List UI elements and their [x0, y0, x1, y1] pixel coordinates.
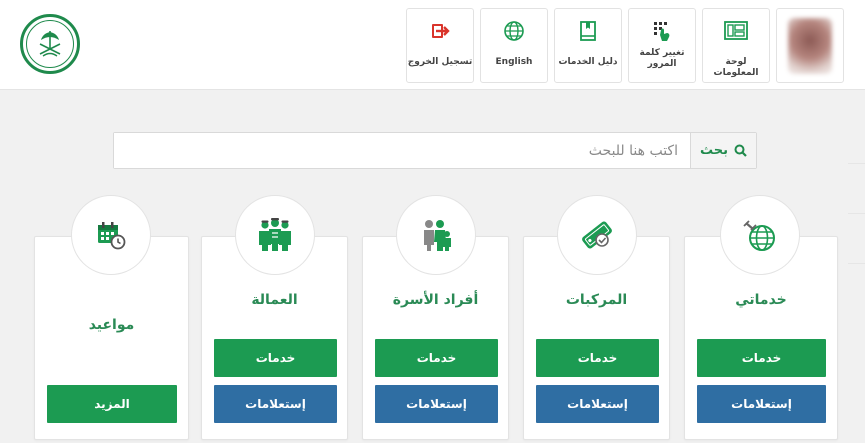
card-title: العمالة	[251, 292, 298, 308]
logout-icon	[428, 19, 452, 43]
calendar-clock-icon	[98, 222, 126, 250]
user-avatar[interactable]	[776, 8, 844, 83]
appointments-more-button[interactable]: المزيد	[47, 385, 177, 423]
card-title: المركبات	[565, 292, 628, 308]
appointments-icon-circle	[71, 195, 151, 275]
search-icon	[734, 144, 747, 157]
family-icon	[424, 220, 451, 251]
vehicles-inquiries-button[interactable]: إستعلامات	[536, 385, 659, 423]
search-bar: بحث	[113, 132, 757, 169]
labor-icon-circle	[235, 195, 315, 275]
top-header: تسجيل الخروج English دليل الخدمات تغيير …	[0, 0, 865, 90]
change-password-button[interactable]: تغيير كلمة المرور	[628, 8, 696, 83]
globe-icon	[502, 19, 526, 43]
vehicle-tag-icon	[582, 221, 612, 249]
family-icon-circle	[396, 195, 476, 275]
dashboard-icon	[724, 19, 748, 43]
right-edge-panel	[848, 125, 865, 443]
workers-icon	[259, 218, 291, 251]
my-services-icon-circle	[720, 195, 800, 275]
logout-button[interactable]: تسجيل الخروج	[406, 8, 474, 83]
family-inquiries-button[interactable]: إستعلامات	[375, 385, 498, 423]
english-button[interactable]: English	[480, 8, 548, 83]
card-title: مواعيد	[88, 317, 135, 333]
dashboard-label: لوحة المعلومات	[713, 57, 759, 78]
search-input[interactable]	[114, 133, 690, 168]
family-services-button[interactable]: خدمات	[375, 339, 498, 377]
my-services-inquiries-button[interactable]: إستعلامات	[697, 385, 826, 423]
card-title: أفراد الأسرة	[392, 292, 479, 308]
book-icon	[576, 19, 600, 43]
keypad-icon	[650, 19, 674, 43]
services-guide-label: دليل الخدمات	[558, 57, 618, 67]
services-guide-button[interactable]: دليل الخدمات	[554, 8, 622, 83]
ministry-logo[interactable]	[20, 14, 80, 74]
card-title: خدماتي	[735, 292, 787, 308]
emblem-icon	[26, 20, 74, 68]
avatar-photo	[788, 17, 832, 74]
labor-inquiries-button[interactable]: إستعلامات	[214, 385, 337, 423]
labor-services-button[interactable]: خدمات	[214, 339, 337, 377]
my-services-services-button[interactable]: خدمات	[697, 339, 826, 377]
search-button[interactable]: بحث	[690, 133, 756, 168]
vehicles-services-button[interactable]: خدمات	[536, 339, 659, 377]
logout-label: تسجيل الخروج	[407, 57, 473, 67]
english-label: English	[495, 57, 533, 67]
globe-satellite-icon	[743, 220, 775, 251]
dashboard-button[interactable]: لوحة المعلومات	[702, 8, 770, 83]
vehicles-icon-circle	[557, 195, 637, 275]
change-password-label: تغيير كلمة المرور	[639, 48, 685, 69]
search-button-label: بحث	[699, 143, 728, 158]
